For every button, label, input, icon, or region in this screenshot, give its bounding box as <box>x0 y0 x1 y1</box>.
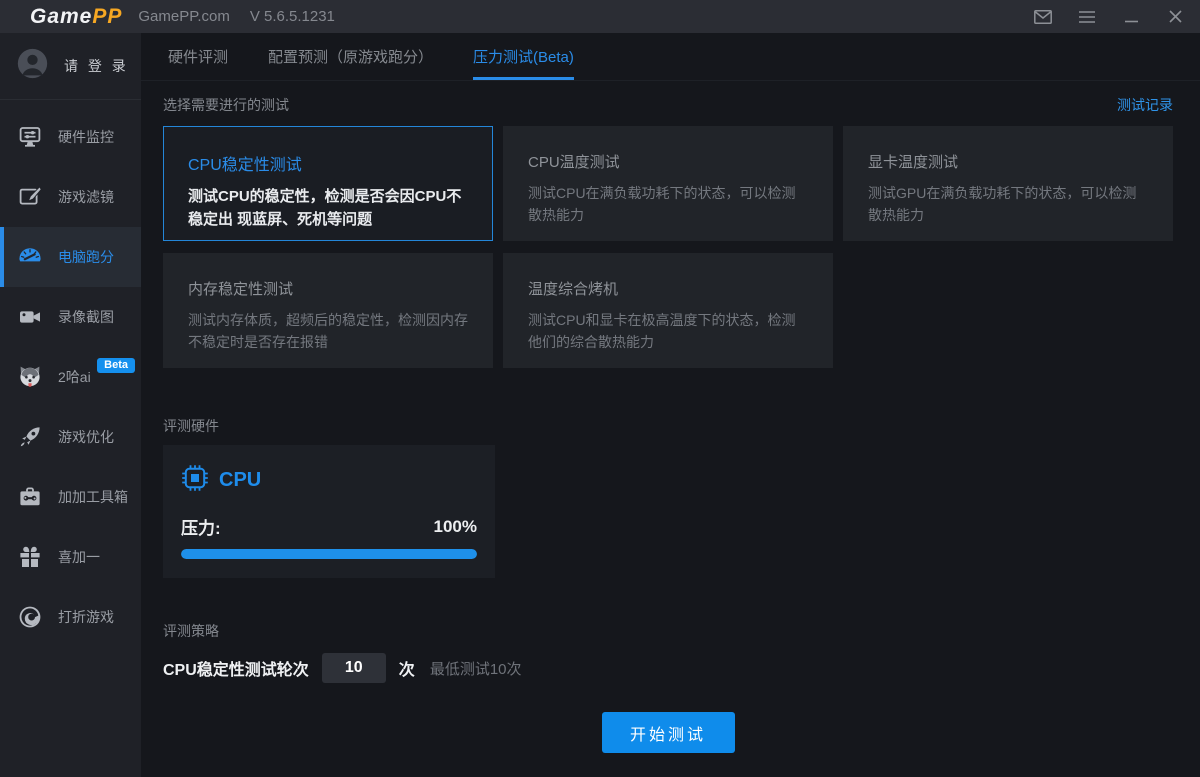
avatar-icon <box>17 48 48 84</box>
sidebar-item-toolbox[interactable]: 加加工具箱 <box>0 467 141 527</box>
test-card-desc: 测试CPU的稳定性，检测是否会因CPU不稳定出 现蓝屏、死机等问题 <box>188 186 468 231</box>
sidebar-item-label: 打折游戏 <box>58 607 114 627</box>
cpu-pressure-bar <box>181 549 477 559</box>
beta-badge: Beta <box>97 358 135 373</box>
cpu-pressure-label: 压力: <box>181 514 221 539</box>
test-card-desc: 测试内存体质，超频后的稳定性，检测因内存 不稳定时是否存在报错 <box>188 310 468 353</box>
logo-pp-text: PP <box>92 5 122 28</box>
tab-stress-test[interactable]: 压力测试(Beta) <box>473 33 574 80</box>
titlebar: GamePP GamePP.com V 5.6.5.1231 <box>0 0 1200 33</box>
content: 硬件评测 配置预测（原游戏跑分） 压力测试(Beta) 选择需要进行的测试 测试… <box>141 33 1200 777</box>
test-card-title: 温度综合烤机 <box>528 278 808 299</box>
monitor-icon <box>17 124 43 150</box>
gauge-icon <box>17 244 43 270</box>
strategy-section-label: 评测策略 <box>163 621 1173 641</box>
test-card-desc: 测试GPU在满负载功耗下的状态，可以检测散热能力 <box>868 183 1148 226</box>
toolbox-icon <box>17 484 43 510</box>
test-card-title: 显卡温度测试 <box>868 151 1148 172</box>
rounds-unit-label: 次 <box>399 656 415 680</box>
minimize-icon[interactable] <box>1122 8 1140 26</box>
tab-config-predict[interactable]: 配置预测（原游戏跑分） <box>268 33 433 80</box>
test-card-combined-bake[interactable]: 温度综合烤机 测试CPU和显卡在极高温度下的状态，检测他们的综合散热能力 <box>503 253 833 368</box>
sidebar-item-label: 硬件监控 <box>58 127 114 147</box>
sidebar-nav: 硬件监控 游戏滤镜 电脑跑分 <box>0 100 141 647</box>
mail-icon[interactable] <box>1034 8 1052 26</box>
gamepp-logo: GamePP <box>30 5 122 29</box>
tabbar: 硬件评测 配置预测（原游戏跑分） 压力测试(Beta) <box>141 33 1200 81</box>
sidebar-item-label: 加加工具箱 <box>58 487 128 507</box>
husky-icon <box>17 364 43 390</box>
rounds-label: CPU稳定性测试轮次 <box>163 656 309 680</box>
sidebar-item-label: 游戏优化 <box>58 427 114 447</box>
sidebar-item-label: 喜加一 <box>58 547 100 567</box>
start-test-button[interactable]: 开始测试 <box>602 712 735 753</box>
close-icon[interactable] <box>1166 8 1184 26</box>
sidebar-item-free-games[interactable]: 喜加一 <box>0 527 141 587</box>
test-card-desc: 测试CPU和显卡在极高温度下的状态，检测他们的综合散热能力 <box>528 310 808 353</box>
gift-icon <box>17 544 43 570</box>
sidebar-item-game-filter[interactable]: 游戏滤镜 <box>0 167 141 227</box>
sidebar-item-game-optimize[interactable]: 游戏优化 <box>0 407 141 467</box>
sidebar-item-hardware-monitor[interactable]: 硬件监控 <box>0 107 141 167</box>
test-card-memory-stability[interactable]: 内存稳定性测试 测试内存体质，超频后的稳定性，检测因内存 不稳定时是否存在报错 <box>163 253 493 368</box>
test-records-link[interactable]: 测试记录 <box>1117 95 1173 115</box>
test-cards-grid: CPU稳定性测试 测试CPU的稳定性，检测是否会因CPU不稳定出 现蓝屏、死机等… <box>163 126 1173 368</box>
tab-hardware-test[interactable]: 硬件评测 <box>168 33 228 80</box>
sidebar-item-2ha-ai[interactable]: 2哈ai Beta <box>0 347 141 407</box>
sidebar: 请 登 录 硬件监控 游戏滤镜 <box>0 33 141 777</box>
phoenix-icon <box>17 604 43 630</box>
rounds-hint: 最低测试10次 <box>430 658 522 679</box>
gamepp-window: GamePP GamePP.com V 5.6.5.1231 <box>0 0 1200 777</box>
rounds-input[interactable] <box>322 653 386 683</box>
hardware-section-label: 评测硬件 <box>163 416 1173 436</box>
sidebar-item-label: 2哈ai <box>58 367 91 387</box>
sidebar-item-label: 录像截图 <box>58 307 114 327</box>
sidebar-item-discount-games[interactable]: 打折游戏 <box>0 587 141 647</box>
test-card-title: CPU温度测试 <box>528 151 808 172</box>
stress-test-panel: 选择需要进行的测试 测试记录 CPU稳定性测试 测试CPU的稳定性，检测是否会因… <box>141 81 1200 753</box>
cpu-pressure-value: 100% <box>434 517 477 537</box>
version-label: V 5.6.5.1231 <box>250 8 335 25</box>
test-card-title: 内存稳定性测试 <box>188 278 468 299</box>
sidebar-item-label: 游戏滤镜 <box>58 187 114 207</box>
filter-icon <box>17 184 43 210</box>
sidebar-item-recording[interactable]: 录像截图 <box>0 287 141 347</box>
cpu-chip-icon <box>181 464 209 497</box>
login-button[interactable]: 请 登 录 <box>0 33 141 100</box>
login-label: 请 登 录 <box>64 56 129 76</box>
rocket-icon <box>17 424 43 450</box>
test-card-cpu-stability[interactable]: CPU稳定性测试 测试CPU的稳定性，检测是否会因CPU不稳定出 现蓝屏、死机等… <box>163 126 493 241</box>
sidebar-item-pc-benchmark[interactable]: 电脑跑分 <box>0 227 141 287</box>
camera-icon <box>17 304 43 330</box>
cpu-hardware-card: CPU 压力: 100% <box>163 445 495 578</box>
test-card-gpu-temp[interactable]: 显卡温度测试 测试GPU在满负载功耗下的状态，可以检测散热能力 <box>843 126 1173 241</box>
logo-game-text: Game <box>30 5 92 28</box>
strategy-row: CPU稳定性测试轮次 次 最低测试10次 <box>163 653 1173 683</box>
menu-icon[interactable] <box>1078 8 1096 26</box>
cpu-pressure-bar-fill <box>181 549 477 559</box>
select-test-section-label: 选择需要进行的测试 <box>163 95 289 115</box>
test-card-desc: 测试CPU在满负载功耗下的状态，可以检测散热能力 <box>528 183 808 226</box>
cpu-card-name: CPU <box>219 469 261 492</box>
test-card-title: CPU稳定性测试 <box>188 151 468 175</box>
test-card-cpu-temp[interactable]: CPU温度测试 测试CPU在满负载功耗下的状态，可以检测散热能力 <box>503 126 833 241</box>
sidebar-item-label: 电脑跑分 <box>58 247 114 267</box>
site-label: GamePP.com <box>138 8 229 25</box>
